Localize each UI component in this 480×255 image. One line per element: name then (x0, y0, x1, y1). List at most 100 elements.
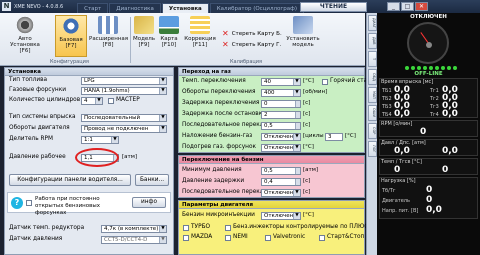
turbo-checkbox[interactable] (183, 225, 189, 231)
injection-type-select[interactable]: Последовательный ▼ (81, 114, 167, 122)
mazda-checkbox[interactable] (183, 235, 189, 241)
pressure-delay-input[interactable]: 0,4 (261, 178, 301, 186)
ribbon-separator (130, 17, 131, 63)
erase-icon: ✕ (222, 29, 229, 38)
micro-injection-select[interactable]: Отключен ▼ (261, 212, 301, 220)
min-pressure-input[interactable]: 0,5 (261, 167, 301, 175)
micro-injection-unit: [°C] (303, 212, 314, 218)
driver-panel-config-button[interactable]: Конфигурации панели водителя... (9, 174, 131, 186)
cylinders-select[interactable]: 4 ▼ (81, 97, 103, 105)
nemi-checkbox[interactable] (225, 235, 231, 241)
injector-heating-select[interactable]: Отключен ▼ (261, 144, 301, 152)
injector-heating-label: Подогрев газ. форсунок (182, 144, 257, 150)
load-block: Нагрузка [%] Тб/Тг 0 Двигатель 0 Напр. п… (379, 177, 478, 219)
read-mode-button[interactable]: ЧТЕНИЕ (300, 2, 367, 12)
switch-rpm-label: Обороты переключения (182, 89, 256, 95)
led-indicator (429, 66, 433, 70)
mazda-label: MAZDA (191, 234, 213, 240)
cycles-unit: [°C] (345, 133, 356, 139)
pressure-sensor-select[interactable]: CCT5-D/CCT4-D ▼ (101, 236, 167, 244)
switch-to-petrol-panel: Переключение на бензин Минимум давления … (178, 155, 365, 198)
tab-installation[interactable]: Установка (161, 3, 209, 13)
map-button[interactable]: Карта [F10] (158, 15, 180, 57)
model-button[interactable]: Модель [F9] (133, 15, 155, 57)
minimize-button[interactable]: _ (387, 2, 400, 11)
min-pressure-unit: [атм] (303, 167, 319, 173)
switch-rpm-input[interactable]: 400 ▼ (261, 89, 301, 97)
basic-button[interactable]: Базовая [F7] (55, 15, 87, 57)
sequential-back-unit: [с] (303, 189, 311, 195)
hot-start-checkbox[interactable] (322, 79, 328, 85)
overlap-select[interactable]: Отключен ▼ (261, 133, 301, 141)
petrol-plus-checkbox[interactable] (225, 225, 231, 231)
injection-time-block: Время впрыска [мс] ТБ1 0,0 Тг1 0,0 ТБ2 0… (379, 78, 478, 119)
rpm-divider-select[interactable]: 1:1 ▼ (81, 136, 119, 144)
rpm-divider-label: Делитель RPM (9, 136, 54, 142)
maximize-button[interactable]: □ (401, 2, 414, 11)
pressure-block: Давл / Дпс. [атм] 0,0 0,0 (379, 139, 478, 156)
banks-button[interactable]: Банки... (135, 174, 169, 186)
correction-table-icon (190, 16, 210, 34)
main-tabs: Старт Диагностика Установка Калибратор (… (77, 0, 305, 13)
strip-button-diag[interactable]: ДИАГ (368, 15, 377, 31)
strip-button-temp[interactable]: Т (368, 51, 377, 67)
ribbon-toolbar: Авто Установка [F6] Базовая [F7] Расшире… (0, 13, 365, 66)
strip-button-obd[interactable]: ОБД (368, 69, 377, 85)
min-pressure-label: Минимум давления (182, 167, 242, 173)
strip-button-map[interactable]: МАП (368, 87, 377, 103)
sequential-back-select[interactable]: Отключен ▼ (261, 189, 301, 197)
tab-calibrator[interactable]: Калибратор (Осциллограф) (209, 3, 305, 13)
start-stop-checkbox[interactable] (319, 235, 325, 241)
chevron-down-icon: ▼ (159, 226, 166, 232)
master-checkbox[interactable] (108, 98, 114, 104)
app-logo: N (2, 2, 11, 11)
tab-diagnostics[interactable]: Диагностика (109, 3, 161, 13)
strip-button-errors[interactable]: ОШИ (368, 105, 377, 121)
injectors-select[interactable]: HANA (1.9ohms) ▼ (81, 87, 167, 95)
side-button-strip: ДИАГ ДАВ Т ОБД МАП ОШИ СОР ЛОГ (366, 13, 377, 255)
switch-temp-unit: [°C] (303, 78, 314, 84)
close-button[interactable]: ✕ (415, 2, 428, 11)
fuel-state: OFF-LINE (414, 71, 443, 77)
strip-button-log[interactable]: ЛОГ (368, 141, 377, 157)
rpm-signal-select[interactable]: Провод не подключен ▼ (81, 125, 167, 133)
fuel-type-select[interactable]: LPG ▼ (81, 77, 167, 85)
cycles-input[interactable]: 3 (325, 133, 343, 141)
led-indicator (453, 66, 457, 70)
model-icon (134, 16, 154, 34)
valvetronic-label: Valvetronic (273, 234, 306, 240)
sequential-switch-input[interactable]: 0,5 (261, 122, 301, 130)
open-injectors-label: Работа при постоянно открытых бензиновых… (35, 196, 100, 216)
correction-button[interactable]: Коррекция [F11] (184, 15, 216, 57)
open-injectors-checkbox[interactable] (26, 200, 32, 206)
erase-map-b-button[interactable]: ✕ Стереть Карту Б. (222, 29, 282, 38)
led-indicator (423, 66, 427, 70)
info-button[interactable]: инфо (132, 197, 166, 208)
highlight-circle (75, 148, 119, 167)
temp-sensor-select[interactable]: 4,7к (в комплекте) ▼ (101, 225, 167, 233)
install-section-title: Установка (5, 68, 173, 76)
settings-sliders-icon (98, 16, 118, 34)
switch-to-gas-panel: Переход на газ Темп. переключения 40 ▼ [°… (178, 67, 367, 153)
tab-start[interactable]: Старт (77, 3, 109, 13)
erase-map-g-button[interactable]: ✕ Стереть Карту Г. (222, 40, 281, 49)
after-stop-unit: [c] (303, 111, 311, 117)
after-stop-input[interactable]: 2 (261, 111, 301, 119)
after-stop-label: Задержка после остановки (182, 111, 266, 117)
valvetronic-checkbox[interactable] (265, 235, 271, 241)
strip-button-pressure[interactable]: ДАВ (368, 33, 377, 49)
connection-status: ОТКЛЮЧЕН (410, 14, 447, 20)
chevron-down-icon: ▼ (111, 137, 118, 143)
advanced-button[interactable]: Расширенная [F8] (89, 15, 128, 57)
auto-install-button[interactable]: Авто Установка [F6] (4, 15, 46, 57)
strip-button-sor[interactable]: СОР (368, 123, 377, 139)
injector-heating-unit: [°C] (303, 144, 314, 150)
overlap-label: Наложение бензин-газ (182, 133, 253, 139)
chevron-down-icon: ▼ (159, 237, 166, 243)
switch-temp-input[interactable]: 40 ▼ (261, 78, 301, 86)
engine-params-panel: Параметры двигателя Бензин микроинъекции… (178, 200, 369, 255)
switch-delay-input[interactable]: 0 (261, 100, 301, 108)
set-model-button[interactable]: Установить модель (282, 15, 324, 57)
sequential-switch-label: Последовательное переключ. (182, 122, 274, 128)
petrol-plus-label: Бенз.инжекторы контролируемые по ПЛЮС (233, 224, 369, 230)
